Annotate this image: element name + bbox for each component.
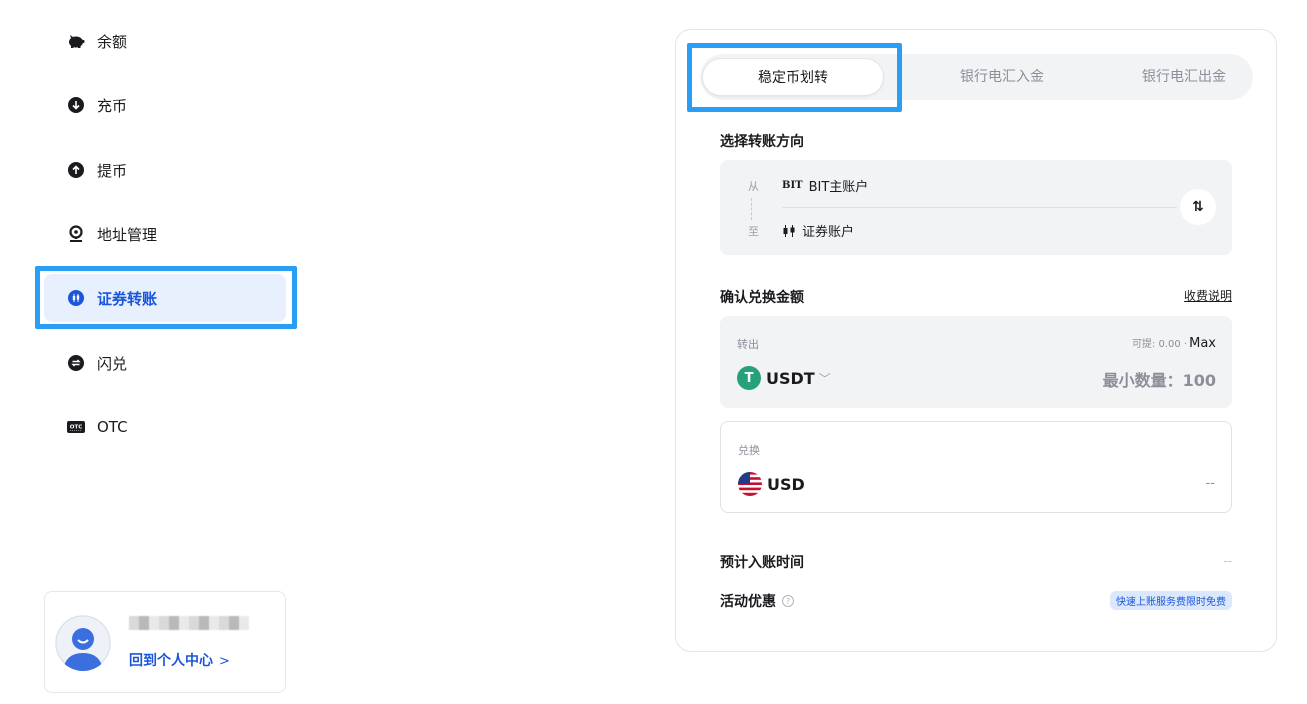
chevron-down-icon: ﹀: [818, 371, 831, 386]
sidebar-item-stock-transfer[interactable]: 证券转账: [44, 274, 286, 322]
to-account[interactable]: 证券账户: [782, 221, 854, 240]
tether-icon: T: [737, 366, 761, 390]
transfer-out-box: 转出 可提: 0.00 · Max T USDT ﹀ 最小数量：100: [720, 316, 1232, 408]
promo-row: 活动优惠 ?: [720, 591, 794, 611]
avatar: [55, 615, 111, 671]
available-balance: 可提: 0.00 · Max: [1132, 335, 1216, 351]
deposit-icon: [67, 96, 85, 114]
in-coin-label: USD: [767, 474, 805, 494]
in-coin: USD: [738, 472, 805, 496]
sidebar-item-flash-swap[interactable]: 闪兑: [44, 339, 286, 387]
sidebar-item-address[interactable]: 地址管理: [44, 210, 286, 258]
tab-bank-wire-withdraw[interactable]: 银行电汇出金: [1092, 58, 1276, 96]
max-button[interactable]: Max: [1189, 336, 1216, 351]
piggy-bank-icon: [67, 32, 85, 50]
to-account-label: 证券账户: [802, 225, 855, 240]
us-flag-icon: [738, 472, 762, 496]
sidebar-item-label: OTC: [97, 418, 128, 436]
sidebar-item-otc[interactable]: OTC OTC: [44, 403, 286, 451]
eta-label: 预计入账时间: [720, 555, 804, 571]
sidebar-item-label: 余额: [97, 32, 128, 51]
tab-bank-wire-deposit[interactable]: 银行电汇入金: [910, 58, 1094, 96]
swap-direction-button[interactable]: ⇅: [1180, 189, 1216, 225]
candlestick-icon: [782, 224, 796, 237]
transfer-panel: 稳定币划转 银行电汇入金 银行电汇出金 选择转账方向 从 BIT BIT主账户 …: [675, 29, 1277, 652]
user-card: 回到个人中心 >: [44, 591, 286, 693]
exchange-amount: --: [1205, 476, 1215, 491]
tab-stablecoin-transfer[interactable]: 稳定币划转: [702, 58, 884, 96]
out-label: 转出: [737, 338, 759, 351]
back-link-label: 回到个人中心: [129, 653, 213, 669]
sidebar-item-label: 闪兑: [97, 354, 128, 373]
sidebar-item-deposit[interactable]: 充币: [44, 81, 286, 129]
in-label: 兑换: [738, 444, 760, 457]
sidebar-item-withdraw[interactable]: 提币: [44, 146, 286, 194]
stock-transfer-icon: [67, 289, 85, 307]
coin-selector[interactable]: T USDT ﹀: [737, 366, 831, 390]
direction-divider: [782, 207, 1177, 208]
from-label: 从: [748, 180, 759, 193]
flash-swap-icon: [67, 354, 85, 372]
from-account[interactable]: BIT BIT主账户: [782, 176, 868, 195]
direction-title: 选择转账方向: [720, 134, 804, 150]
user-name-blurred: [129, 616, 249, 630]
sidebar-item-balance[interactable]: 余额: [44, 17, 286, 65]
sidebar-item-label: 证券转账: [97, 289, 158, 308]
eta-value: --: [1223, 554, 1232, 568]
back-to-profile-link[interactable]: 回到个人中心 >: [129, 650, 230, 670]
sidebar-item-label: 提币: [97, 161, 128, 180]
swap-icon: ⇅: [1192, 199, 1204, 215]
to-label: 至: [748, 225, 759, 238]
promo-label: 活动优惠: [720, 594, 776, 610]
sidebar-item-label: 充币: [97, 96, 128, 115]
bit-logo-icon: BIT: [782, 180, 803, 191]
otc-icon: OTC: [67, 418, 85, 436]
from-account-label: BIT主账户: [808, 180, 869, 195]
direction-connector: [751, 198, 752, 220]
withdraw-icon: [67, 161, 85, 179]
sidebar: 余额 充币 提币 地址管理 证券转账 闪兑 OTC OTC 回到个人中心 >: [0, 0, 320, 704]
svg-text:OTC: OTC: [70, 425, 82, 431]
amount-input[interactable]: 最小数量：100: [1103, 367, 1216, 391]
tab-bar: 稳定币划转 银行电汇入金 银行电汇出金: [700, 54, 1253, 100]
fee-info-link[interactable]: 收费说明: [1184, 287, 1232, 304]
exchange-box: 兑换 USD --: [720, 421, 1232, 513]
sidebar-item-label: 地址管理: [97, 225, 158, 244]
amount-title: 确认兑换金额: [720, 290, 804, 306]
back-link-arrow: >: [219, 654, 230, 669]
help-icon[interactable]: ?: [782, 595, 794, 607]
promo-badge: 快速上账服务费限时免费: [1110, 591, 1232, 610]
direction-selector: 从 BIT BIT主账户 至 证券账户 ⇅: [720, 160, 1232, 255]
available-text: 可提: 0.00 ·: [1131, 339, 1188, 350]
location-pin-icon: [67, 225, 85, 243]
avatar-icon: [55, 615, 111, 671]
out-coin-label: USDT: [766, 368, 815, 388]
